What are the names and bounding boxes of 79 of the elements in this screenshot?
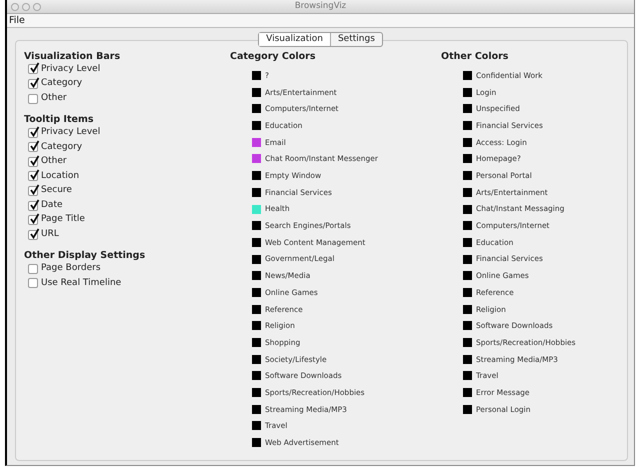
color-swatch[interactable] (463, 354, 472, 364)
tab[interactable]: Visualization (259, 33, 330, 46)
checkbox[interactable] (28, 64, 38, 74)
color-swatch[interactable] (463, 121, 472, 130)
color-swatch[interactable] (463, 171, 472, 180)
checkbox[interactable] (28, 230, 38, 240)
checkbox[interactable] (28, 186, 38, 196)
checkbox[interactable] (28, 171, 38, 182)
color-swatch[interactable] (252, 154, 261, 164)
checkbox-label: Category (41, 140, 82, 154)
checkbox[interactable] (28, 156, 38, 167)
checkbox-label: URL (41, 228, 59, 242)
color-swatch[interactable] (252, 304, 261, 314)
color-swatch[interactable] (463, 154, 472, 164)
color-swatch[interactable] (252, 254, 261, 264)
color-swatch[interactable] (252, 388, 261, 398)
color-swatch[interactable] (463, 188, 472, 197)
color-swatch[interactable] (463, 138, 472, 147)
color-swatch[interactable] (252, 188, 261, 197)
color-swatch[interactable] (463, 404, 472, 414)
checkbox-label: Page Title (41, 213, 85, 226)
section-heading: Other Display Settings (24, 250, 146, 262)
checkbox[interactable] (28, 215, 38, 226)
color-swatch[interactable] (463, 204, 472, 214)
checkbox-label: Use Real Timeline (41, 276, 122, 290)
checkbox-label: Date (41, 198, 63, 212)
color-swatch[interactable] (463, 221, 472, 230)
color-swatch[interactable] (463, 304, 472, 314)
color-swatch[interactable] (252, 171, 261, 180)
color-swatch[interactable] (252, 238, 261, 247)
color-swatch[interactable] (252, 371, 261, 380)
checkbox[interactable] (28, 94, 38, 104)
color-swatch[interactable] (252, 104, 261, 114)
color-swatch[interactable] (252, 404, 261, 414)
color-swatch[interactable] (252, 71, 261, 80)
checkbox-label: Other (41, 92, 67, 105)
checkbox-label: Privacy Level (41, 126, 100, 139)
color-swatch[interactable] (252, 354, 261, 364)
color-swatch[interactable] (463, 254, 472, 264)
color-swatch[interactable] (463, 71, 472, 80)
color-swatch[interactable] (252, 121, 261, 130)
color-swatch[interactable] (252, 271, 261, 280)
color-swatch[interactable] (463, 288, 472, 297)
checkbox[interactable] (28, 79, 38, 90)
color-swatch[interactable] (252, 438, 261, 448)
checkbox[interactable] (28, 142, 38, 152)
tab[interactable]: Settings (330, 33, 382, 46)
color-swatch[interactable] (463, 104, 472, 114)
color-swatch[interactable] (252, 338, 261, 348)
menu-item[interactable]: File (9, 16, 25, 26)
color-swatch[interactable] (252, 288, 261, 297)
color-swatch[interactable] (252, 321, 261, 330)
color-swatch[interactable] (463, 88, 472, 97)
color-swatch[interactable] (252, 204, 261, 214)
window-title: BrowsingViz (294, 1, 346, 12)
checkbox-label: Other (41, 155, 67, 168)
color-swatch[interactable] (252, 221, 261, 230)
checkbox[interactable] (28, 278, 38, 288)
checkbox[interactable] (28, 264, 38, 274)
section-heading: Category Colors (230, 50, 316, 62)
section-heading: Other Colors (441, 50, 510, 62)
section-heading: Visualization Bars (24, 50, 122, 62)
color-swatch[interactable] (463, 321, 472, 330)
section-heading: Tooltip Items (24, 114, 95, 126)
color-swatch[interactable] (463, 271, 472, 280)
color-swatch[interactable] (252, 421, 261, 430)
checkbox-label: Secure (41, 184, 72, 198)
checkbox-label: Page Borders (41, 262, 101, 276)
color-swatch[interactable] (252, 138, 261, 147)
color-swatch[interactable] (463, 388, 472, 398)
checkbox-label: Location (41, 170, 80, 183)
color-swatch[interactable] (463, 238, 472, 247)
color-swatch[interactable] (463, 338, 472, 348)
color-swatch[interactable] (463, 371, 472, 380)
checkbox[interactable] (28, 200, 38, 211)
color-swatch[interactable] (252, 88, 261, 97)
checkbox[interactable] (28, 128, 38, 138)
checkbox-label: Privacy Level (41, 62, 100, 76)
checkbox-label: Category (41, 77, 82, 90)
